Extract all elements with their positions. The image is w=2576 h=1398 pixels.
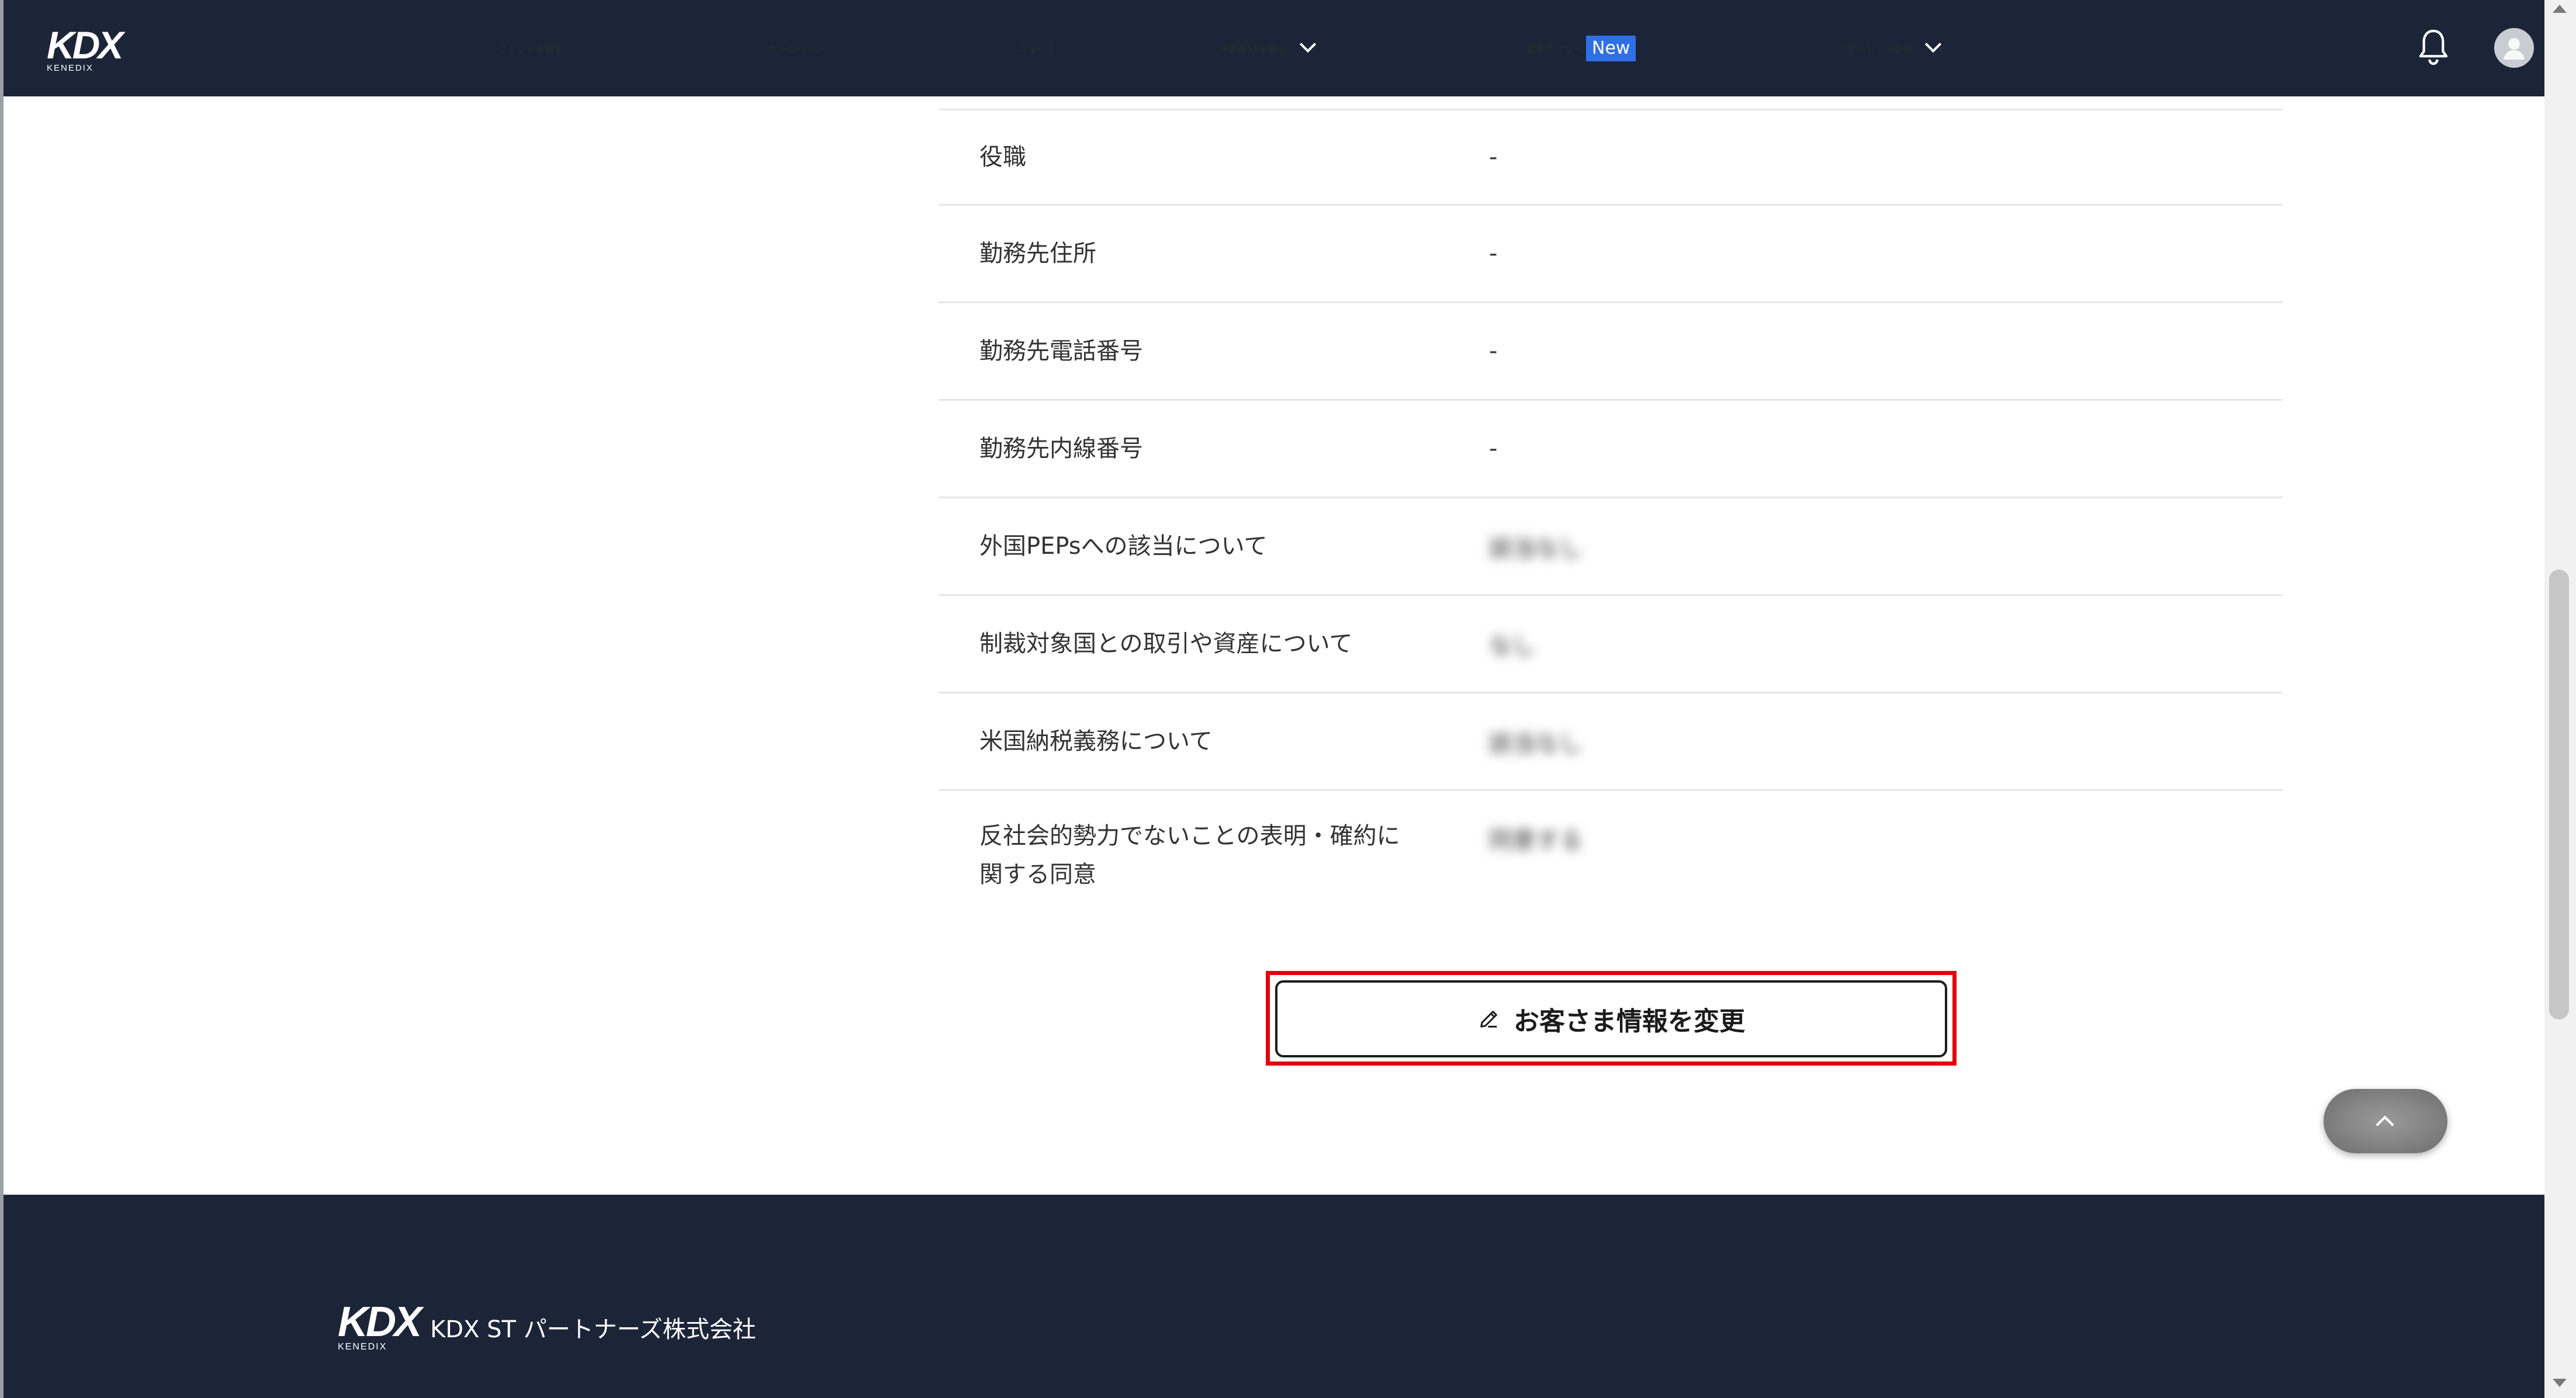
nav-news-label: ニュース [1018, 43, 1055, 55]
table-row: 役職 - [939, 109, 2283, 204]
nav-campaign-label: キャンペーン [769, 43, 825, 55]
edit-customer-info-label: お客さま情報を変更 [1514, 1007, 1745, 1036]
table-row: 外国PEPsへの該当について 該当なし [939, 497, 2283, 594]
customer-info-table: 役職 - 勤務先住所 - 勤務先電話番号 - 勤務先内線番号 - 外国PEPsへ… [939, 109, 2283, 914]
back-to-top-button[interactable] [2324, 1089, 2447, 1153]
row-label-foreign-peps: 外国PEPsへの該当について [979, 533, 1268, 560]
logo-mark: KDX [47, 23, 123, 67]
nav-news[interactable]: ニュース [1018, 0, 1055, 96]
footer-company-name: KDX ST パートナーズ株式会社 [430, 1316, 756, 1343]
nav-support-other-label: サポート・その他 [1837, 43, 1913, 55]
row-label-work-phone: 勤務先電話番号 [979, 338, 1143, 365]
row-label-work-address: 勤務先住所 [979, 240, 1096, 267]
row-value-work-extension: - [1489, 435, 1498, 462]
table-row: 勤務先住所 - [939, 204, 2283, 301]
scroll-up-icon[interactable] [2553, 5, 2567, 13]
scrollbar-thumb[interactable] [2549, 570, 2569, 1019]
nav-find-funds[interactable]: ファンドを探す [498, 0, 563, 96]
nav-learn-real-estate-st-label: 不動産STを知る [1219, 43, 1287, 55]
table-row: 勤務先電話番号 - [939, 301, 2283, 399]
row-value-antisocial-declaration: 同意する [1489, 827, 1583, 854]
row-label-antisocial-declaration: 反社会的勢力でないことの表明・確約に関する同意 [979, 823, 1400, 888]
row-label-position: 役職 [979, 144, 1026, 171]
edit-customer-info-button[interactable]: お客さま情報を変更 [1275, 980, 1947, 1057]
table-row: 反社会的勢力でないことの表明・確約に関する同意 同意する [939, 789, 2283, 914]
row-value-us-tax-obligation: 該当なし [1489, 730, 1583, 757]
table-row: 米国納税義務について 該当なし [939, 692, 2283, 789]
nav-learn-real-estate-st[interactable]: 不動産STを知る [1219, 0, 1317, 96]
nav-find-funds-label: ファンドを探す [498, 43, 564, 55]
row-value-work-phone: - [1489, 338, 1498, 365]
footer: KDX KENEDIX KDX ST パートナーズ株式会社 [4, 1195, 2544, 1398]
site-logo[interactable]: KDX KENEDIX [47, 23, 123, 74]
table-row: 勤務先内線番号 - [939, 399, 2283, 497]
table-row: 制裁対象国との取引や資産について なし [939, 594, 2283, 692]
footer-logo-mark: KDX [338, 1299, 422, 1345]
chevron-down-icon [1299, 36, 1317, 53]
nav-campaign[interactable]: キャンペーン [769, 0, 825, 96]
user-avatar-icon[interactable] [2494, 28, 2534, 68]
row-value-work-address: - [1489, 240, 1498, 267]
row-label-work-extension: 勤務先内線番号 [979, 435, 1143, 462]
pencil-icon [1480, 1011, 1497, 1028]
footer-logo[interactable]: KDX KENEDIX KDX ST パートナーズ株式会社 [338, 1299, 756, 1352]
nav-asset-summary-label: 資産サマリー [1526, 43, 1583, 55]
row-value-foreign-peps: 該当なし [1489, 535, 1583, 562]
chevron-down-icon [1924, 36, 1942, 53]
nav-asset-summary[interactable]: 資産サマリー New [1526, 0, 1636, 96]
new-badge: New [1586, 35, 1636, 61]
bell-icon[interactable] [2417, 28, 2450, 67]
chevron-up-icon [2376, 1115, 2394, 1134]
nav-support-other[interactable]: サポート・その他 [1837, 0, 1942, 96]
row-value-sanctioned-countries: なし [1489, 633, 1536, 660]
row-value-position: - [1489, 144, 1498, 171]
scroll-down-icon[interactable] [2553, 1379, 2567, 1387]
top-navigation-bar: KDX KENEDIX ファンドを探す キャンペーン ニュース 不動産STを知る… [4, 0, 2544, 96]
row-label-us-tax-obligation: 米国納税義務について [979, 728, 1213, 755]
row-label-sanctioned-countries: 制裁対象国との取引や資産について [979, 630, 1353, 657]
